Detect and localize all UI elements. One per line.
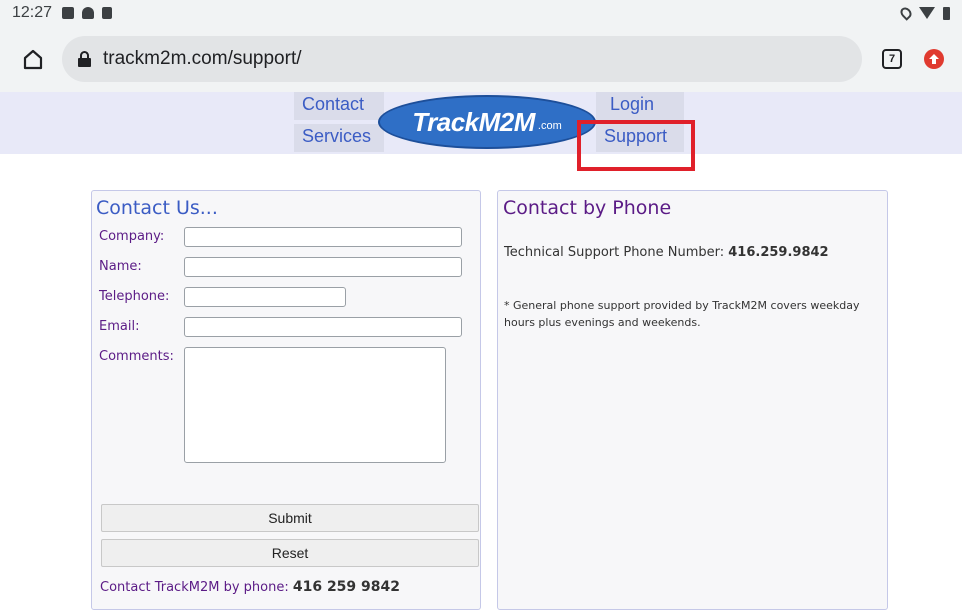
contact-form-title: Contact Us... bbox=[96, 197, 218, 219]
company-label: Company: bbox=[99, 229, 165, 244]
company-input[interactable] bbox=[184, 227, 462, 247]
update-button[interactable] bbox=[924, 49, 944, 69]
home-icon bbox=[23, 49, 43, 70]
image-notification-icon bbox=[62, 7, 75, 19]
tab-switcher-button[interactable]: 7 bbox=[882, 49, 902, 69]
contact-phone-line: Contact TrackM2M by phone: 416 259 9842 bbox=[100, 579, 400, 595]
location-icon bbox=[898, 5, 914, 21]
support-phone-line: Technical Support Phone Number: 416.259.… bbox=[504, 245, 829, 260]
browser-toolbar: trackm2m.com/support/ 7 bbox=[0, 26, 962, 92]
home-button[interactable] bbox=[18, 44, 48, 74]
contact-form-panel: Contact Us... Company: Name: Telephone: … bbox=[91, 190, 481, 610]
telephone-label: Telephone: bbox=[99, 289, 170, 304]
sd-card-icon bbox=[102, 7, 113, 19]
trackm2m-logo[interactable]: TrackM2M .com bbox=[378, 95, 596, 149]
notification-icons bbox=[62, 7, 113, 19]
wifi-icon bbox=[919, 7, 935, 19]
email-label: Email: bbox=[99, 319, 140, 334]
logo-suffix: .com bbox=[537, 120, 562, 132]
android-notification-icon bbox=[82, 7, 95, 19]
support-highlight-box bbox=[577, 120, 695, 171]
email-input[interactable] bbox=[184, 317, 462, 337]
address-bar[interactable]: trackm2m.com/support/ bbox=[62, 36, 862, 82]
reset-button[interactable]: Reset bbox=[101, 539, 479, 567]
nav-contact-link[interactable]: Contact bbox=[294, 92, 384, 120]
phone-contact-panel: Contact by Phone Technical Support Phone… bbox=[497, 190, 888, 610]
phone-panel-title: Contact by Phone bbox=[503, 197, 672, 219]
logo-text: TrackM2M bbox=[412, 106, 535, 137]
battery-icon bbox=[943, 6, 950, 20]
contact-phone-prefix: Contact TrackM2M by phone: bbox=[100, 580, 289, 595]
system-icons bbox=[898, 5, 950, 21]
telephone-input[interactable] bbox=[184, 287, 346, 307]
support-hours-note: * General phone support provided by Trac… bbox=[504, 299, 860, 329]
url-text: trackm2m.com/support/ bbox=[103, 48, 302, 69]
status-time: 12:27 bbox=[12, 4, 53, 21]
status-bar: 12:27 bbox=[0, 0, 962, 26]
nav-login-link[interactable]: Login bbox=[596, 92, 684, 120]
update-arrow-icon bbox=[929, 54, 939, 64]
comments-textarea[interactable] bbox=[184, 347, 446, 463]
support-phone-label: Technical Support Phone Number: bbox=[504, 245, 725, 260]
nav-services-link[interactable]: Services bbox=[294, 124, 384, 152]
comments-label: Comments: bbox=[99, 349, 174, 364]
contact-phone-number: 416 259 9842 bbox=[292, 579, 401, 595]
submit-button[interactable]: Submit bbox=[101, 504, 479, 532]
site-header: Contact Services Login Support TrackM2M … bbox=[0, 92, 962, 154]
lock-icon bbox=[78, 51, 91, 67]
support-phone-number: 416.259.9842 bbox=[728, 245, 829, 260]
name-input[interactable] bbox=[184, 257, 462, 277]
name-label: Name: bbox=[99, 259, 142, 274]
